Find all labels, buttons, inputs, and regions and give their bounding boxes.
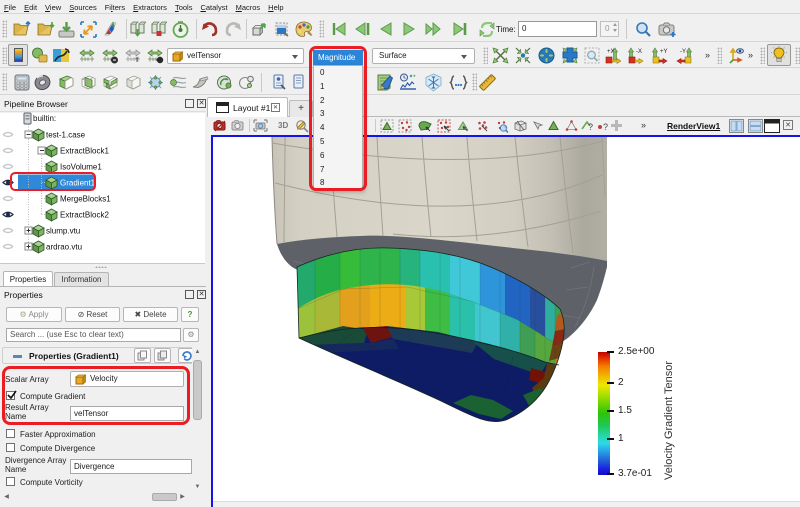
svg-text:-Y: -Y xyxy=(680,49,686,55)
svg-text:builtin:: builtin: xyxy=(33,114,56,123)
svg-text:MergeBlocks1: MergeBlocks1 xyxy=(60,195,111,204)
svg-text:?: ? xyxy=(588,122,593,132)
svg-text:IsoVolume1: IsoVolume1 xyxy=(60,163,102,172)
svg-text:+Y: +Y xyxy=(660,49,668,55)
svg-text:-X: -X xyxy=(636,49,642,55)
svg-text:slump.vtu: slump.vtu xyxy=(46,227,80,236)
svg-text:?: ? xyxy=(603,122,608,132)
svg-text:ExtractBlock2: ExtractBlock2 xyxy=(60,211,109,220)
svg-text:ardrao.vtu: ardrao.vtu xyxy=(46,243,82,252)
svg-text:ExtractBlock1: ExtractBlock1 xyxy=(60,147,109,156)
svg-text:test-1.case: test-1.case xyxy=(46,131,86,140)
